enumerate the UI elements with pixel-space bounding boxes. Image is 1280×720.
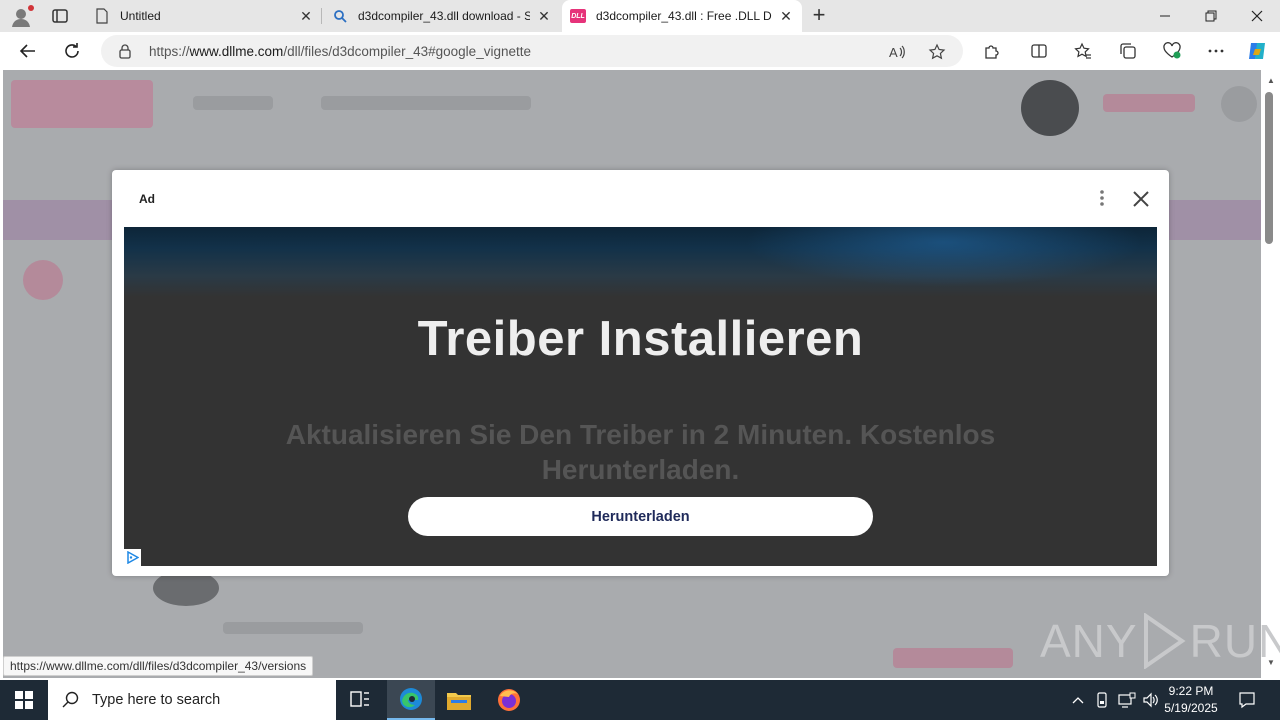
search-icon <box>62 691 79 708</box>
chevron-up-icon <box>1072 697 1084 704</box>
page-icon <box>94 8 110 24</box>
scroll-thumb[interactable] <box>1265 92 1273 244</box>
nav-placeholder <box>193 96 273 110</box>
taskbar-search-box[interactable]: Type here to search <box>48 680 336 720</box>
clock-time: 9:22 PM <box>1168 684 1214 698</box>
content-placeholder <box>893 648 1013 668</box>
close-ad-icon[interactable] <box>1130 188 1152 210</box>
content-placeholder <box>223 622 363 634</box>
close-icon[interactable]: ✕ <box>298 8 314 24</box>
task-view-icon <box>350 691 369 707</box>
settings-more-icon[interactable] <box>1204 39 1228 63</box>
scroll-up-arrow-icon[interactable]: ▲ <box>1266 76 1276 86</box>
edge-icon <box>400 688 422 710</box>
watermark-text-left: ANY <box>1040 615 1138 667</box>
avatar <box>1021 80 1079 136</box>
tab-search[interactable]: d3dcompiler_43.dll download - S ✕ <box>324 0 560 32</box>
site-logo <box>11 80 153 128</box>
minimize-button[interactable] <box>1142 0 1188 32</box>
extensions-icon[interactable] <box>979 39 1003 63</box>
search-icon <box>332 8 348 24</box>
tab-untitled[interactable]: Untitled ✕ <box>86 0 322 32</box>
restore-button[interactable] <box>1188 0 1234 32</box>
windows-logo-icon <box>15 691 33 709</box>
address-bar[interactable]: https://www.dllme.com/dll/files/d3dcompi… <box>101 35 963 67</box>
device-tray-icon[interactable] <box>1092 680 1112 720</box>
nav-placeholder <box>321 96 531 110</box>
clock-date: 5/19/2025 <box>1164 701 1218 715</box>
close-icon[interactable]: ✕ <box>536 8 552 24</box>
split-screen-icon[interactable] <box>1027 39 1051 63</box>
read-aloud-icon[interactable]: A <box>888 43 906 61</box>
ad-banner-highlight <box>744 227 1144 287</box>
task-view-button[interactable] <box>336 680 384 720</box>
refresh-button[interactable] <box>60 39 84 63</box>
url-text[interactable]: https://www.dllme.com/dll/files/d3dcompi… <box>149 44 531 59</box>
svg-text:A: A <box>889 45 898 60</box>
usb-device-icon <box>1097 692 1107 708</box>
start-button[interactable] <box>0 680 48 720</box>
vignette-ad-dialog: Ad Treiber Installieren Aktualisieren Si… <box>112 170 1169 576</box>
menu-placeholder <box>1221 86 1257 122</box>
show-hidden-icons-button[interactable] <box>1068 680 1088 720</box>
taskbar-clock[interactable]: 9:22 PM 5/19/2025 <box>1160 683 1222 717</box>
windows-taskbar: Type here to search 9:22 PM 5/19/2025 <box>0 680 1280 720</box>
ad-subline: Aktualisieren Sie Den Treiber in 2 Minut… <box>285 419 996 485</box>
play-logo-icon <box>1143 613 1186 669</box>
ad-label: Ad <box>139 192 155 206</box>
collections-icon[interactable] <box>1116 39 1140 63</box>
volume-icon[interactable] <box>1140 680 1162 720</box>
search-placeholder: Type here to search <box>92 692 221 708</box>
adchoices-icon[interactable] <box>124 549 141 566</box>
link-status-bar: https://www.dllme.com/dll/files/d3dcompi… <box>3 656 314 676</box>
tab-dllme[interactable]: DLL d3dcompiler_43.dll : Free .DLL Do ✕ <box>562 0 802 32</box>
tab-strip: Untitled ✕ d3dcompiler_43.dll download -… <box>0 0 1280 32</box>
dll-logo <box>23 260 63 300</box>
network-icon[interactable] <box>1116 680 1138 720</box>
more-options-icon[interactable] <box>1094 188 1110 208</box>
browser-essentials-icon[interactable] <box>1160 39 1184 63</box>
lock-icon[interactable] <box>117 43 133 59</box>
url-domain: www.dllme.com <box>189 44 284 59</box>
notification-center-button[interactable] <box>1234 688 1260 712</box>
anyrun-watermark: ANY RUN <box>1040 610 1280 672</box>
url-path: /dll/files/d3dcompiler_43#google_vignett… <box>283 44 531 59</box>
new-tab-button[interactable]: + <box>808 4 830 27</box>
close-icon[interactable]: ✕ <box>778 8 794 24</box>
tab-title: d3dcompiler_43.dll download - S <box>358 9 530 23</box>
ad-headline: Treiber Installieren <box>417 312 864 366</box>
close-window-button[interactable] <box>1234 0 1280 32</box>
back-button[interactable] <box>16 39 40 63</box>
page-scrollbar[interactable]: ▲ ▼ <box>1261 70 1280 678</box>
tab-actions-icon[interactable] <box>50 6 70 26</box>
favorite-star-icon[interactable] <box>928 43 946 61</box>
network-icon-glyph <box>1118 692 1136 708</box>
folder-icon <box>447 693 471 710</box>
download-button[interactable]: Herunterladen <box>408 497 873 536</box>
firefox-icon <box>498 689 520 711</box>
file-explorer-button[interactable] <box>435 680 483 720</box>
firefox-button[interactable] <box>485 680 533 720</box>
header-button <box>1103 94 1195 112</box>
tab-title: Untitled <box>120 9 161 23</box>
favorites-icon[interactable] <box>1071 39 1095 63</box>
speaker-icon <box>1143 692 1158 708</box>
ad-creative[interactable]: Treiber Installieren Aktualisieren Sie D… <box>124 227 1157 566</box>
copilot-icon[interactable] <box>1245 39 1269 63</box>
notification-icon <box>1239 692 1255 709</box>
browser-toolbar: https://www.dllme.com/dll/files/d3dcompi… <box>0 32 1280 70</box>
tab-title: d3dcompiler_43.dll : Free .DLL Do <box>596 9 772 23</box>
dll-icon: DLL <box>570 8 586 24</box>
url-scheme: https:// <box>149 44 190 59</box>
watermark-text-right: RUN <box>1189 615 1280 667</box>
profile-notification-dot <box>28 5 34 11</box>
edge-taskbar-button[interactable] <box>387 680 435 720</box>
